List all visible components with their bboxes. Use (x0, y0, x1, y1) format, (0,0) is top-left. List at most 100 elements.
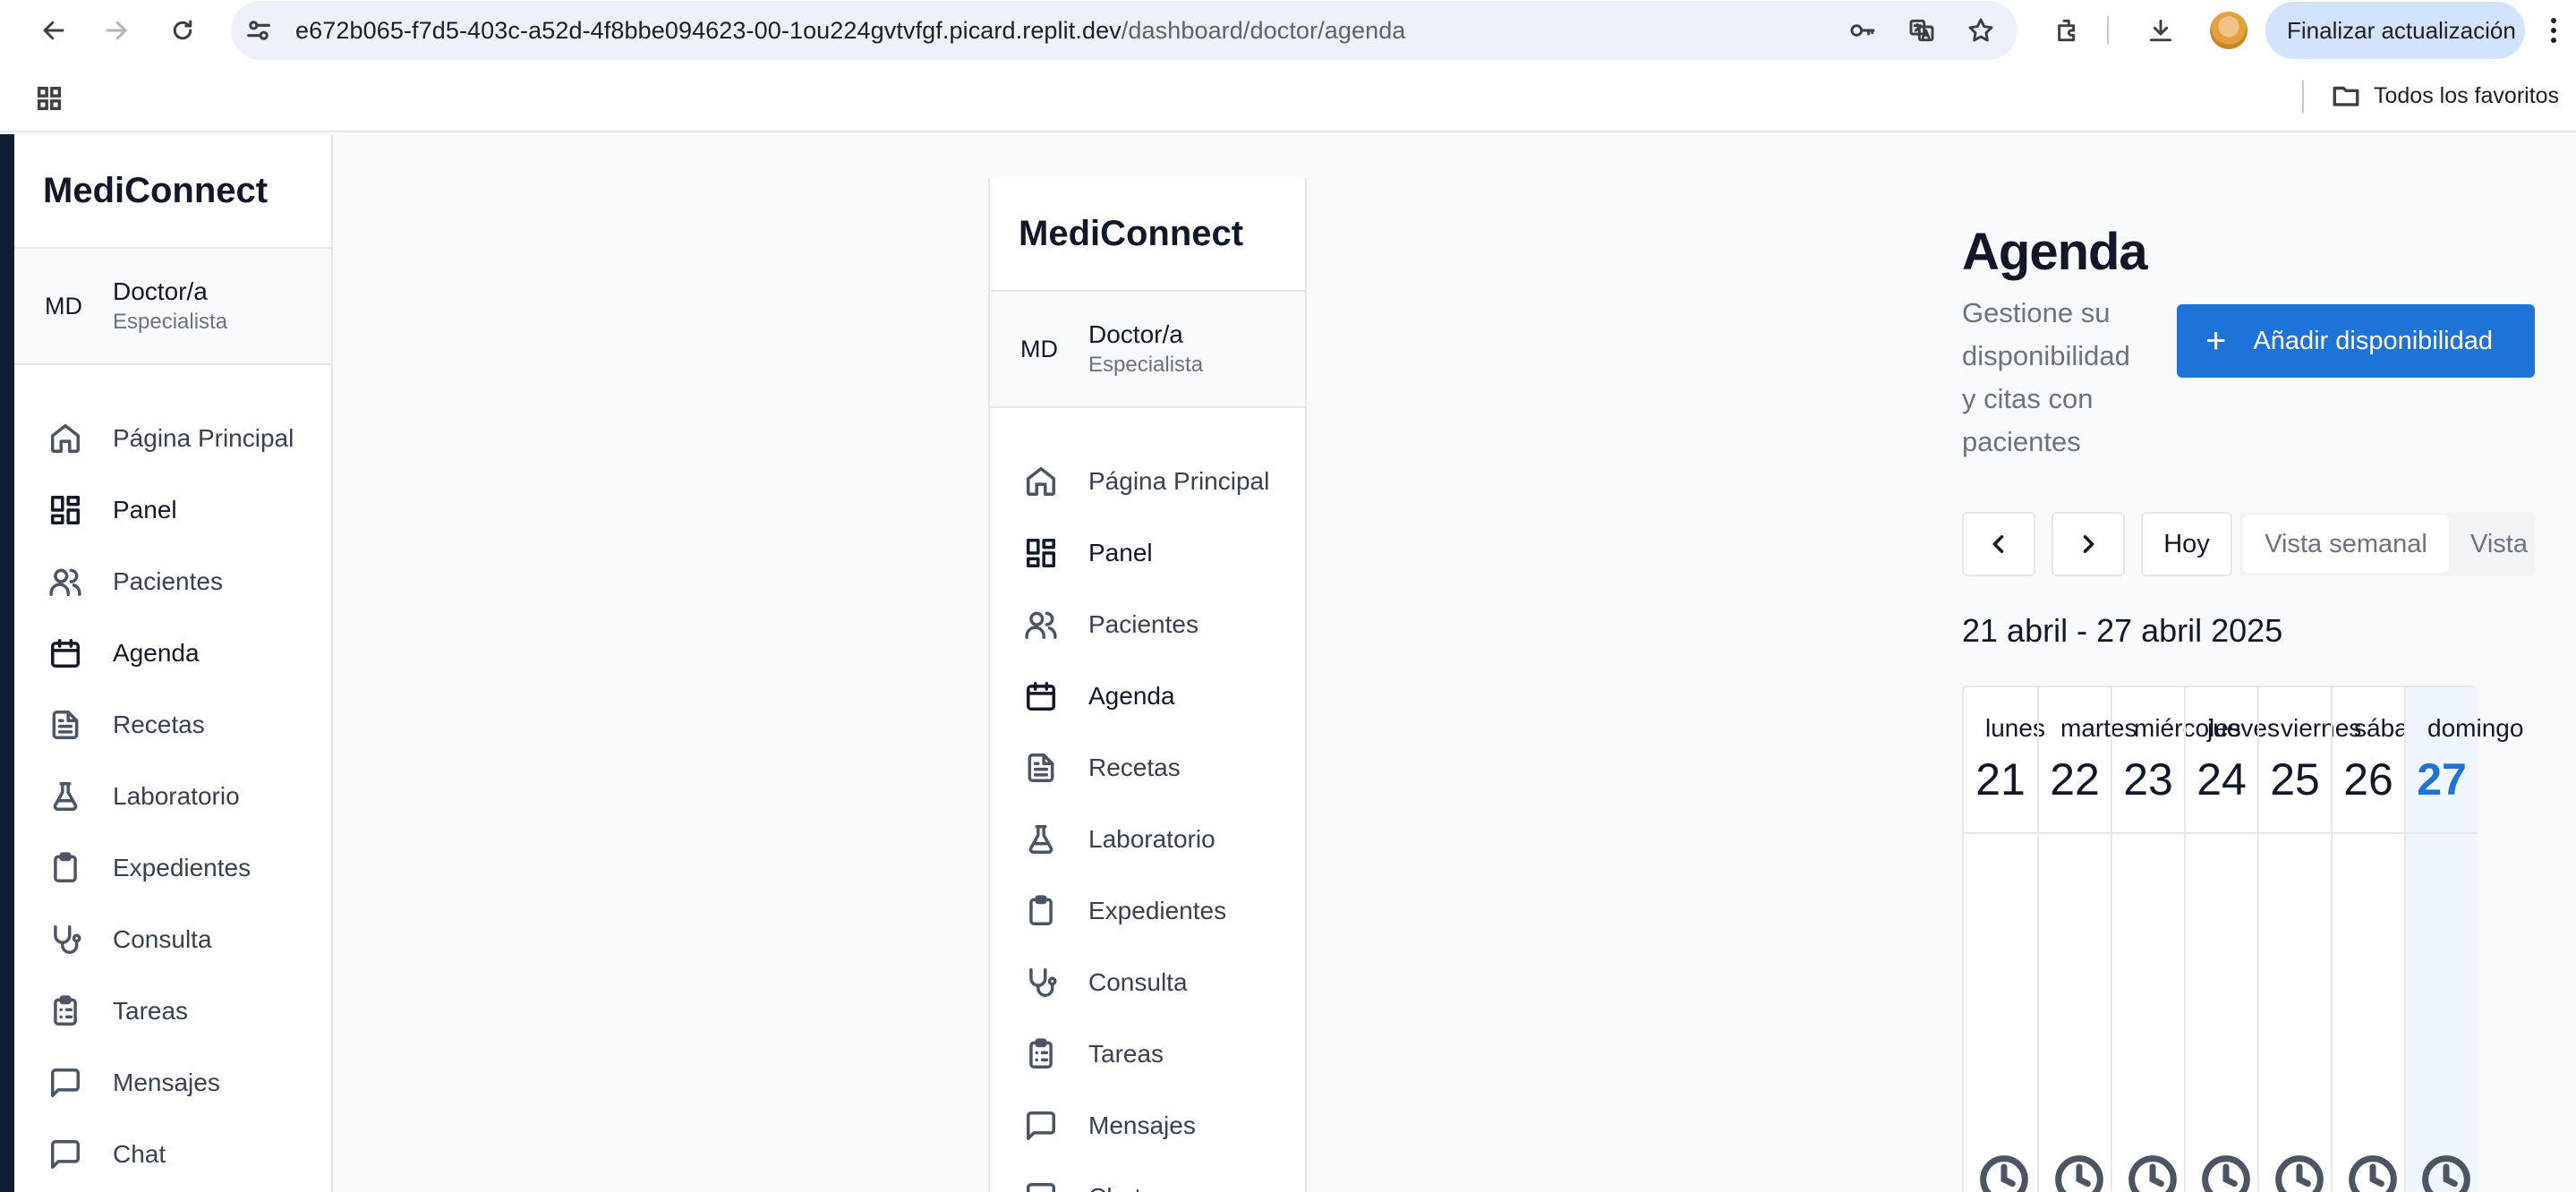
brand-logo[interactable]: MediConnect (990, 177, 1305, 292)
sidebar-item-label: Tareas (1088, 1040, 1164, 1068)
sidebar-nav: Página Principal Panel Pacientes Agenda … (990, 408, 1305, 1192)
sidebar-item-label: Recetas (1088, 754, 1181, 781)
clock-icon (2274, 1154, 2324, 1192)
sidebar-item-label: Panel (1088, 539, 1153, 566)
sidebar-item-consultation[interactable]: Consulta (990, 947, 1305, 1018)
sidebar-item-laboratory[interactable]: Laboratorio (14, 761, 331, 832)
address-bar[interactable]: e672b065-f7d5-403c-a52d-4f8bbe094623-00-… (231, 1, 2017, 60)
today-button[interactable]: Hoy (2141, 512, 2232, 576)
update-button[interactable]: Finalizar actualización (2265, 2, 2525, 59)
sidebar-item-panel[interactable]: Panel (990, 517, 1305, 589)
day-column[interactable]: martes 22 (2037, 687, 2137, 1192)
sidebar-item-patients[interactable]: Pacientes (990, 589, 1305, 660)
day-column[interactable]: viernes 25 (2257, 687, 2361, 1192)
day-column-today[interactable]: domingo 27 (2404, 687, 2523, 1192)
arrow-right-icon (106, 21, 127, 40)
browser-toolbar: e672b065-f7d5-403c-a52d-4f8bbe094623-00-… (0, 0, 2576, 61)
sidebar-item-records[interactable]: Expedientes (14, 832, 331, 904)
next-week-button[interactable] (2051, 512, 2125, 576)
sidebar-item-agenda[interactable]: Agenda (990, 660, 1305, 732)
sidebar-item-label: Tareas (113, 997, 189, 1025)
flask-icon (48, 779, 82, 813)
sidebar-item-panel[interactable]: Panel (14, 474, 331, 546)
day-number: 22 (2050, 754, 2100, 805)
browser-menu-icon[interactable] (2540, 13, 2567, 48)
reload-icon (173, 20, 192, 40)
flask-icon (1024, 822, 1058, 856)
clock-icon (2128, 1154, 2178, 1192)
sidebar-item-label: Panel (113, 496, 177, 524)
sidebar-item-prescriptions[interactable]: Recetas (990, 732, 1305, 804)
extensions-icon[interactable] (2050, 13, 2086, 48)
forward-button[interactable] (98, 13, 134, 48)
sidebar-item-label: Laboratorio (1088, 825, 1215, 853)
day-name: domingo (2427, 714, 2524, 742)
folder-icon (2333, 86, 2359, 106)
day-column[interactable]: jueves 24 (2184, 687, 2280, 1192)
chevron-left-icon (1992, 535, 2004, 553)
add-availability-button[interactable]: + Añadir disponibilidad (2177, 304, 2535, 378)
day-number: 27 (2417, 754, 2467, 805)
brand-logo[interactable]: MediConnect (14, 134, 331, 249)
day-number: 23 (2123, 754, 2173, 805)
profile-avatar[interactable] (2210, 12, 2248, 49)
plus-icon: + (2205, 321, 2227, 361)
all-bookmarks-folder[interactable]: Todos los favoritos (2331, 81, 2559, 111)
page-title: Agenda (1962, 223, 2148, 281)
sidebar-item-home[interactable]: Página Principal (14, 403, 331, 474)
reload-button[interactable] (165, 13, 200, 48)
week-calendar: lunes 21 martes 22 miércoles 23 jueves 2… (1962, 685, 2523, 1192)
bookmark-star-icon[interactable] (1964, 13, 1998, 47)
day-column[interactable]: lunes 21 (1964, 687, 2045, 1192)
clipboard-list-icon (48, 994, 82, 1028)
sidebar-item-consultation[interactable]: Consulta (14, 904, 331, 975)
bookmarks-bar: Todos los favoritos (0, 61, 2576, 132)
url-host: e672b065-f7d5-403c-a52d-4f8bbe094623-00-… (295, 17, 1122, 44)
sidebar-item-patients[interactable]: Pacientes (14, 546, 331, 617)
chat-icon (1024, 1180, 1058, 1192)
sidebar-item-laboratory[interactable]: Laboratorio (990, 804, 1305, 875)
download-icon[interactable] (2143, 13, 2179, 48)
back-button[interactable] (36, 13, 72, 48)
user-name: Doctor/a (113, 277, 208, 305)
day-header: viernes 25 (2259, 687, 2361, 834)
sidebar-item-label: Pacientes (113, 567, 223, 595)
apps-grid-icon[interactable] (34, 83, 64, 114)
sidebar-item-label: Expedientes (113, 854, 252, 881)
sidebar-item-messages[interactable]: Mensajes (990, 1090, 1305, 1162)
sidebar-item-label: Laboratorio (113, 782, 240, 810)
url-text[interactable]: e672b065-f7d5-403c-a52d-4f8bbe094623-00-… (295, 17, 1405, 45)
sidebar-item-chat[interactable]: Chat (14, 1119, 331, 1190)
sidebar-item-agenda[interactable]: Agenda (14, 617, 331, 689)
sidebar-item-tasks[interactable]: Tareas (14, 975, 331, 1047)
day-header: domingo 27 (2406, 687, 2523, 834)
week-view-button[interactable]: Vista semanal (2243, 515, 2449, 573)
users-icon (1024, 608, 1058, 642)
day-column[interactable]: sábado 26 (2331, 687, 2436, 1192)
day-number: 21 (1975, 754, 2026, 805)
password-key-icon[interactable] (1846, 13, 1880, 47)
chat-icon (48, 1137, 82, 1171)
clock-icon (1979, 1154, 2029, 1192)
sidebar-item-label: Página Principal (113, 424, 294, 452)
arrow-left-icon (43, 21, 64, 40)
stethoscope-icon (48, 923, 82, 957)
sidebar-item-chat[interactable]: Chat (990, 1162, 1305, 1192)
sidebar-item-prescriptions[interactable]: Recetas (14, 689, 331, 761)
sidebar-item-tasks[interactable]: Tareas (990, 1018, 1305, 1090)
site-info-icon[interactable] (243, 15, 274, 46)
clock-icon (2201, 1154, 2251, 1192)
dashboard-icon (1024, 536, 1058, 570)
sidebar-item-label: Agenda (113, 639, 200, 667)
stethoscope-icon (1024, 966, 1058, 1000)
prev-week-button[interactable] (1962, 512, 2035, 576)
other-view-button[interactable]: Vista (2470, 515, 2528, 573)
sidebar-item-records[interactable]: Expedientes (990, 875, 1305, 947)
day-number: 25 (2270, 754, 2320, 805)
sidebar-item-home[interactable]: Página Principal (990, 446, 1305, 517)
home-icon (1024, 464, 1058, 498)
sidebar-item-messages[interactable]: Mensajes (14, 1047, 331, 1119)
sidebar-duplicate: MediConnect MD Doctor/a Especialista Pág… (988, 177, 1307, 1192)
day-column[interactable]: miércoles 23 (2111, 687, 2241, 1192)
translate-icon[interactable] (1905, 13, 1939, 47)
